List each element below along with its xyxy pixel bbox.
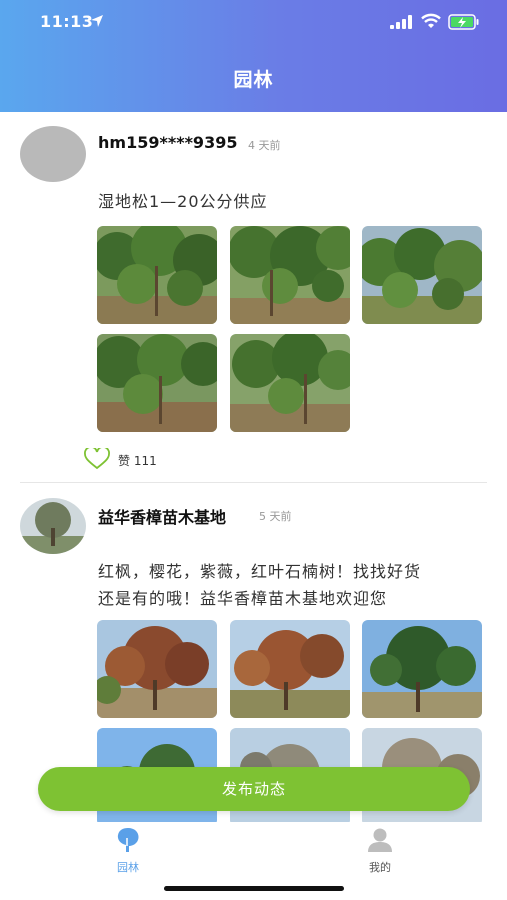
- post-text: 红枫，樱花，紫薇，红叶石楠树！找找好货 还是有的哦！益华香樟苗木基地欢迎您: [98, 558, 478, 612]
- status-bar: 11:13: [0, 0, 507, 44]
- post-time: 4 天前: [248, 139, 281, 152]
- post-username[interactable]: hm159****9395: [98, 133, 237, 152]
- pine-tree-photo[interactable]: [230, 226, 350, 324]
- publish-post-button[interactable]: 发布动态: [38, 767, 470, 811]
- post-time: 5 天前: [259, 510, 292, 523]
- page-title: 园林: [233, 69, 274, 91]
- status-time: 11:13: [40, 12, 94, 31]
- avatar[interactable]: [20, 498, 86, 554]
- tab-label: 我的: [369, 861, 391, 874]
- cellular-signal-icon: [390, 15, 412, 29]
- camphor-tree-photo[interactable]: [362, 620, 482, 718]
- red-maple-photo[interactable]: [230, 620, 350, 718]
- user-icon: [368, 828, 392, 852]
- home-indicator: [164, 886, 344, 891]
- tree-icon: [117, 828, 139, 852]
- post-feed[interactable]: hm159****9395 4 天前 湿地松1—20公分供应 赞 111 益华香…: [0, 112, 507, 822]
- post-divider: [20, 482, 487, 483]
- avatar[interactable]: [20, 126, 86, 182]
- post-text-line: 还是有的哦！益华香樟苗木基地欢迎您: [98, 589, 388, 608]
- tab-garden[interactable]: 园林: [78, 826, 178, 876]
- like-count: 赞 111: [118, 454, 157, 468]
- heart-icon[interactable]: [84, 448, 110, 470]
- post-text: 湿地松1—20公分供应: [98, 192, 268, 211]
- pine-tree-photo[interactable]: [97, 226, 217, 324]
- post-text-line: 红枫，樱花，紫薇，红叶石楠树！找找好货: [98, 562, 422, 581]
- location-arrow-icon: [91, 15, 103, 27]
- tab-mine[interactable]: 我的: [330, 826, 430, 876]
- pine-tree-photo[interactable]: [230, 334, 350, 432]
- tab-label: 园林: [117, 861, 139, 874]
- pine-tree-photo[interactable]: [97, 334, 217, 432]
- red-maple-photo[interactable]: [97, 620, 217, 718]
- pine-tree-photo[interactable]: [362, 226, 482, 324]
- app-header: 11:13 园林: [0, 0, 507, 112]
- battery-charging-icon: [448, 14, 479, 30]
- wifi-icon: [421, 13, 441, 28]
- post-username[interactable]: 益华香樟苗木基地: [98, 504, 226, 528]
